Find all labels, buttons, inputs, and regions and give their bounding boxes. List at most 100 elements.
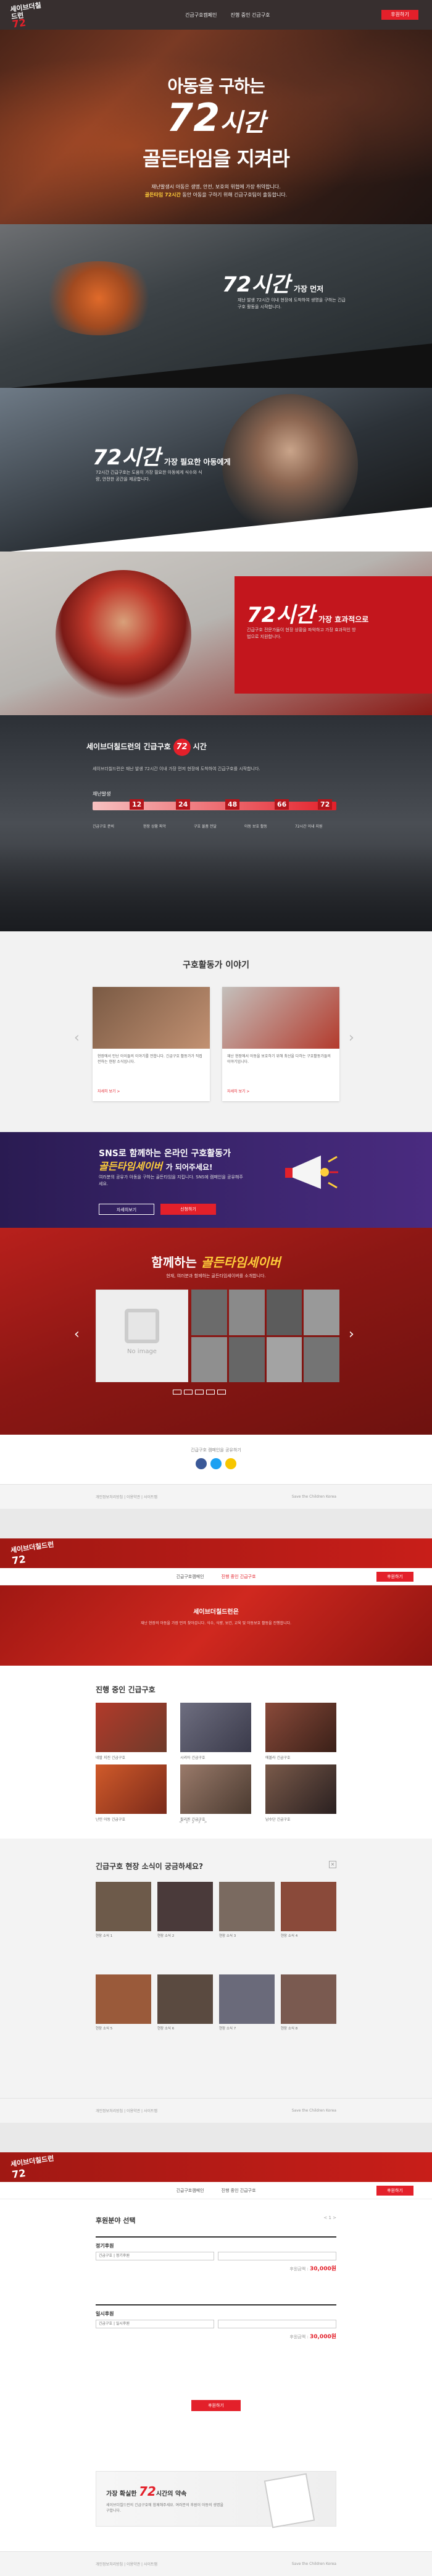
once-label: 일시후원: [96, 2311, 114, 2317]
donate-button[interactable]: 후원하기: [376, 2186, 413, 2196]
prev-arrow-icon[interactable]: ‹: [74, 1030, 80, 1046]
news-item[interactable]: 현장 소식 2: [157, 1882, 213, 1939]
ongoing-image: [180, 1703, 251, 1752]
total-label: 후원금액 :: [289, 2335, 309, 2339]
ongoing-item[interactable]: 네팔 지진 긴급구호: [96, 1703, 167, 1760]
news-caption: 현장 소식 6: [157, 2027, 175, 2031]
next-arrow-icon[interactable]: ›: [349, 1030, 354, 1046]
saver-profile-placeholder[interactable]: No image: [96, 1290, 188, 1382]
donation-pager[interactable]: < 1 >: [323, 2215, 336, 2220]
page-dot[interactable]: [206, 1390, 215, 1395]
regular-field-select[interactable]: 긴급구호 | 정기후원: [96, 2252, 214, 2260]
next-arrow-icon[interactable]: ›: [349, 1327, 354, 1342]
twitter-icon[interactable]: [210, 1458, 222, 1469]
footer-link[interactable]: 사이트맵: [144, 2562, 157, 2567]
pager-prev[interactable]: <: [179, 1820, 182, 1824]
nav-link-ongoing[interactable]: 진행 중인 긴급구호: [231, 12, 270, 19]
menu-campaign[interactable]: 긴급구호캠페인: [176, 1574, 204, 1580]
page-dot[interactable]: [195, 1390, 204, 1395]
story-more-link[interactable]: 자세히 보기 >: [98, 1088, 120, 1094]
close-icon[interactable]: ×: [329, 1861, 336, 1868]
sns-saver-name: 골든타임세이버: [99, 1160, 163, 1172]
page-dot[interactable]: [173, 1390, 181, 1395]
footer-link[interactable]: 이용약관: [127, 2562, 140, 2567]
saver-thumb[interactable]: [228, 1290, 265, 1335]
submit-donation-button[interactable]: 후원하기: [191, 2400, 241, 2411]
saver-thumb[interactable]: [266, 1290, 302, 1335]
story-card[interactable]: 재난 현장에서 아동을 보호하기 위해 최선을 다하는 구호활동가들의 이야기입…: [222, 987, 339, 1101]
share-section: 긴급구호 캠페인을 공유하기: [0, 1435, 432, 1484]
section-first-sub: 가장 먼저: [293, 285, 324, 293]
sns-more-button[interactable]: 자세히보기: [99, 1204, 154, 1215]
stories-section: 구호활동가 이야기 ‹ 현장에서 만난 아이들의 이야기를 전합니다. 긴급구호…: [0, 931, 432, 1132]
ongoing-item[interactable]: 필리핀 긴급구호: [180, 1764, 251, 1822]
hero-line3: 골든타임을 지켜라: [143, 147, 290, 170]
regular-label: 정기후원: [96, 2243, 114, 2249]
story-text: 재난 현장에서 아동을 보호하기 위해 최선을 다하는 구호활동가들의 이야기입…: [227, 1054, 331, 1064]
logo[interactable]: 세이브더칠드런 72: [10, 1539, 56, 1567]
ongoing-item[interactable]: 시리아 긴급구호: [180, 1703, 251, 1760]
footer-link[interactable]: 사이트맵: [144, 2109, 157, 2113]
news-item[interactable]: 현장 소식 4: [281, 1882, 336, 1939]
saver-thumb[interactable]: [266, 1336, 302, 1382]
news-caption: 현장 소식 2: [157, 1934, 175, 1938]
kakao-icon[interactable]: [225, 1458, 236, 1469]
story-more-link[interactable]: 자세히 보기 >: [227, 1088, 249, 1094]
footer-link[interactable]: 개인정보처리방침: [96, 2562, 123, 2567]
footer-copyright: Save the Children Korea: [291, 1495, 336, 1499]
share-icons: [0, 1458, 432, 1469]
saver-thumb[interactable]: [191, 1290, 227, 1335]
noimage-label: No image: [127, 1348, 157, 1355]
regular-amount-select[interactable]: [218, 2252, 336, 2260]
pager-page[interactable]: 2: [192, 1820, 194, 1824]
menu-ongoing[interactable]: 진행 중인 긴급구호: [222, 1574, 256, 1580]
page: 세이브더칠드런 72 긴급구호캠페인 진행 중인 긴급구호 후원하기 아동을 구…: [0, 0, 432, 2576]
facebook-icon[interactable]: [196, 1458, 207, 1469]
once-amount-select[interactable]: [218, 2320, 336, 2328]
news-item[interactable]: 현장 소식 5: [96, 1974, 151, 2031]
saver-thumb[interactable]: [191, 1336, 227, 1382]
news-item[interactable]: 현장 소식 8: [281, 1974, 336, 2031]
sns-apply-button[interactable]: 신청하기: [160, 1204, 216, 1215]
pager-page[interactable]: 3: [198, 1820, 201, 1824]
ongoing-caption: 남수단 긴급구호: [265, 1818, 291, 1822]
section-neediest-heading: 72시간 가장 필요한 아동에게: [93, 440, 231, 471]
saver-thumb[interactable]: [228, 1336, 265, 1382]
logo[interactable]: 세이브더칠드런 72: [10, 2153, 56, 2181]
donate-button[interactable]: 후원하기: [376, 1572, 413, 1582]
once-field-select[interactable]: 긴급구호 | 일시후원: [96, 2320, 214, 2328]
ongoing-caption: 네팔 지진 긴급구호: [96, 1756, 125, 1760]
logo[interactable]: 세이브더칠드런 72: [10, 1, 47, 30]
news-image: [281, 1882, 336, 1931]
page-dot[interactable]: [217, 1390, 226, 1395]
footer-link[interactable]: 사이트맵: [144, 1495, 157, 1500]
news-item[interactable]: 현장 소식 1: [96, 1882, 151, 1939]
saver-thumb[interactable]: [304, 1290, 339, 1335]
donate-button[interactable]: 후원하기: [381, 10, 418, 20]
footer-link[interactable]: 개인정보처리방침: [96, 2109, 123, 2113]
pager-page[interactable]: 1: [186, 1820, 188, 1824]
timeline-col: 72시간 이내 지원: [295, 824, 323, 829]
news-item[interactable]: 현장 소식 7: [219, 1974, 275, 2031]
promo-title: 가장 확실한 72시간의 약속: [106, 2484, 186, 2499]
ongoing-item[interactable]: 난민 아동 긴급구호: [96, 1764, 167, 1822]
timeline-col: 아동 보호 활동: [244, 824, 267, 829]
timeline-title-pre: 세이브더칠드런의 긴급구호: [86, 742, 171, 751]
news-item[interactable]: 현장 소식 6: [157, 1974, 213, 2031]
story-card[interactable]: 현장에서 만난 아이들의 이야기를 전합니다. 긴급구호 활동가가 직접 전하는…: [93, 987, 210, 1101]
timeline-bar: 12 24 48 66 72: [93, 799, 336, 810]
footer-link[interactable]: 이용약관: [127, 1495, 140, 1500]
page-dot[interactable]: [184, 1390, 193, 1395]
footer-link[interactable]: 이용약관: [127, 2109, 140, 2113]
prev-arrow-icon[interactable]: ‹: [74, 1327, 80, 1342]
ongoing-item[interactable]: 에볼라 긴급구호: [265, 1703, 336, 1760]
news-item[interactable]: 현장 소식 3: [219, 1882, 275, 1939]
menu-campaign[interactable]: 긴급구호캠페인: [176, 2188, 204, 2194]
nav-links: 긴급구호캠페인 진행 중인 긴급구호: [185, 12, 270, 19]
footer-link[interactable]: 개인정보처리방침: [96, 1495, 123, 1500]
menu-ongoing[interactable]: 진행 중인 긴급구호: [222, 2188, 256, 2194]
ongoing-item[interactable]: 남수단 긴급구호: [265, 1764, 336, 1822]
nav-link-campaign[interactable]: 긴급구호캠페인: [185, 12, 217, 19]
saver-thumb[interactable]: [304, 1336, 339, 1382]
pager-next[interactable]: >: [204, 1820, 207, 1824]
